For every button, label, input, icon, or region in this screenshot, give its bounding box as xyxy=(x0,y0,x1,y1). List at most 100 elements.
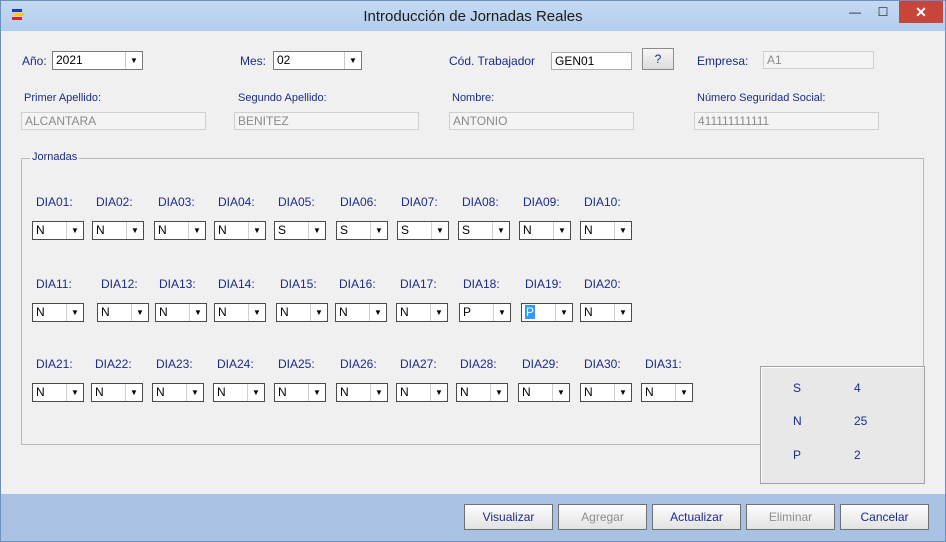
minimize-button[interactable]: — xyxy=(839,1,871,23)
anio-value: 2021 xyxy=(56,53,83,67)
dia12-dropdown[interactable]: N ▼ xyxy=(97,303,149,322)
dia19-value: P xyxy=(525,305,536,319)
dia20-dropdown[interactable]: N ▼ xyxy=(580,303,632,322)
dia21-dropdown[interactable]: N ▼ xyxy=(32,383,84,402)
dia08-value: S xyxy=(462,223,471,237)
dia10-dropdown[interactable]: N ▼ xyxy=(580,221,632,240)
dia08-dropdown[interactable]: S ▼ xyxy=(458,221,510,240)
dia21-value: N xyxy=(36,385,45,399)
dia30-value: N xyxy=(584,385,593,399)
dia18-label: DIA18: xyxy=(463,277,500,291)
dia26-label: DIA26: xyxy=(340,357,377,371)
summary-key-s: S xyxy=(793,381,802,395)
chevron-down-icon: ▼ xyxy=(189,304,206,321)
dia17-label: DIA17: xyxy=(400,277,437,291)
empresa-field: A1 xyxy=(763,51,874,69)
mes-dropdown[interactable]: 02 ▼ xyxy=(273,51,362,70)
dia01-dropdown[interactable]: N ▼ xyxy=(32,221,84,240)
dia23-label: DIA23: xyxy=(156,357,193,371)
dia03-dropdown[interactable]: N ▼ xyxy=(154,221,206,240)
agregar-button[interactable]: Agregar xyxy=(558,504,647,530)
dia06-label: DIA06: xyxy=(340,195,377,209)
chevron-down-icon: ▼ xyxy=(431,222,448,239)
dia26-dropdown[interactable]: N ▼ xyxy=(336,383,388,402)
dia24-label: DIA24: xyxy=(217,357,254,371)
dia27-value: N xyxy=(400,385,409,399)
chevron-down-icon: ▼ xyxy=(310,304,327,321)
anio-dropdown[interactable]: 2021 ▼ xyxy=(52,51,143,70)
summary-key-p: P xyxy=(793,448,802,462)
dia22-dropdown[interactable]: N ▼ xyxy=(91,383,143,402)
close-button[interactable]: ✕ xyxy=(899,1,943,23)
actualizar-button[interactable]: Actualizar xyxy=(652,504,741,530)
dia25-value: N xyxy=(278,385,287,399)
dia09-dropdown[interactable]: N ▼ xyxy=(519,221,571,240)
chevron-down-icon: ▼ xyxy=(186,384,203,401)
dia03-label: DIA03: xyxy=(158,195,195,209)
dia15-dropdown[interactable]: N ▼ xyxy=(276,303,328,322)
dia19-dropdown[interactable]: P ▼ xyxy=(521,303,573,322)
dia02-dropdown[interactable]: N ▼ xyxy=(92,221,144,240)
chevron-down-icon: ▼ xyxy=(675,384,692,401)
jornadas-group: Jornadas DIA01: N ▼ DIA02: N ▼ DIA03: N ▼ DIA04: N… xyxy=(21,151,925,484)
dia29-dropdown[interactable]: N ▼ xyxy=(518,383,570,402)
maximize-button[interactable]: ☐ xyxy=(869,1,897,23)
dia18-dropdown[interactable]: P ▼ xyxy=(459,303,511,322)
segundo-apellido-field: BENITEZ xyxy=(234,112,419,130)
eliminar-button[interactable]: Eliminar xyxy=(746,504,835,530)
chevron-down-icon: ▼ xyxy=(344,52,361,69)
dia12-value: N xyxy=(101,305,110,319)
dia09-value: N xyxy=(523,223,532,237)
cancelar-button[interactable]: Cancelar xyxy=(840,504,929,530)
visualizar-button[interactable]: Visualizar xyxy=(464,504,553,530)
chevron-down-icon: ▼ xyxy=(308,222,325,239)
dia13-dropdown[interactable]: N ▼ xyxy=(155,303,207,322)
dia24-dropdown[interactable]: N ▼ xyxy=(213,383,265,402)
segundo-apellido-label: Segundo Apellido: xyxy=(238,92,327,104)
dia28-dropdown[interactable]: N ▼ xyxy=(456,383,508,402)
dia11-dropdown[interactable]: N ▼ xyxy=(32,303,84,322)
dia06-dropdown[interactable]: S ▼ xyxy=(336,221,388,240)
dia21-label: DIA21: xyxy=(36,357,73,371)
chevron-down-icon: ▼ xyxy=(66,222,83,239)
dia27-label: DIA27: xyxy=(400,357,437,371)
dia06-value: S xyxy=(340,223,349,237)
dia04-value: N xyxy=(218,223,227,237)
chevron-down-icon: ▼ xyxy=(126,222,143,239)
dia31-label: DIA31: xyxy=(645,357,682,371)
dia22-label: DIA22: xyxy=(95,357,132,371)
title-bar: Introducción de Jornadas Reales — ☐ ✕ xyxy=(1,1,945,31)
dia22-value: N xyxy=(95,385,104,399)
dia31-dropdown[interactable]: N ▼ xyxy=(641,383,693,402)
chevron-down-icon: ▼ xyxy=(247,384,264,401)
dia27-dropdown[interactable]: N ▼ xyxy=(396,383,448,402)
dia14-dropdown[interactable]: N ▼ xyxy=(214,303,266,322)
chevron-down-icon: ▼ xyxy=(614,304,631,321)
dia09-label: DIA09: xyxy=(523,195,560,209)
dia04-label: DIA04: xyxy=(218,195,255,209)
dia07-dropdown[interactable]: S ▼ xyxy=(397,221,449,240)
mes-value: 02 xyxy=(277,53,291,67)
dia24-value: N xyxy=(217,385,226,399)
dia30-dropdown[interactable]: N ▼ xyxy=(580,383,632,402)
dia17-dropdown[interactable]: N ▼ xyxy=(396,303,448,322)
dia10-value: N xyxy=(584,223,593,237)
dia30-label: DIA30: xyxy=(584,357,621,371)
dia02-value: N xyxy=(96,223,105,237)
dia04-dropdown[interactable]: N ▼ xyxy=(214,221,266,240)
dia25-label: DIA25: xyxy=(278,357,315,371)
chevron-down-icon: ▼ xyxy=(370,384,387,401)
summary-count-n: 25 xyxy=(854,414,868,428)
dia05-dropdown[interactable]: S ▼ xyxy=(274,221,326,240)
dia16-dropdown[interactable]: N ▼ xyxy=(335,303,387,322)
dia25-dropdown[interactable]: N ▼ xyxy=(274,383,326,402)
dia07-value: S xyxy=(401,223,410,237)
dia15-value: N xyxy=(280,305,289,319)
dia14-label: DIA14: xyxy=(218,277,255,291)
cod-trabajador-input[interactable]: GEN01 xyxy=(551,52,632,70)
window-title: Introducción de Jornadas Reales xyxy=(363,8,583,25)
summary-panel: S 4 N 25 P 2 xyxy=(760,366,925,484)
lookup-trabajador-button[interactable]: ? xyxy=(642,48,674,70)
chevron-down-icon: ▼ xyxy=(125,52,142,69)
dia23-dropdown[interactable]: N ▼ xyxy=(152,383,204,402)
